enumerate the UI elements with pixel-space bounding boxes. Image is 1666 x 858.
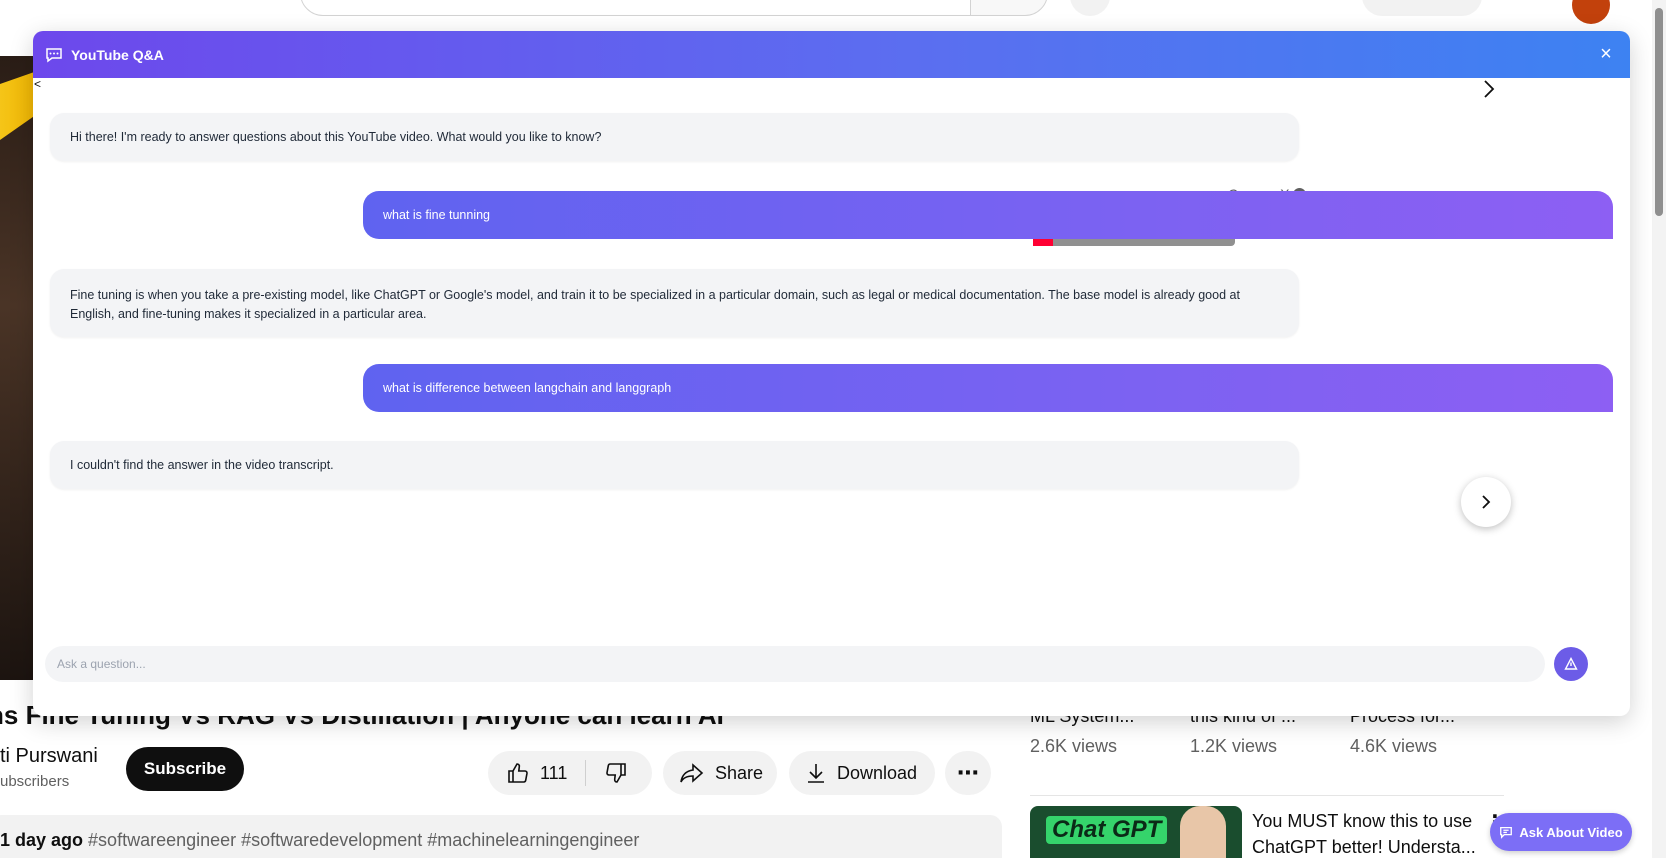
qa-title: YouTube Q&A (71, 46, 164, 63)
share-icon (680, 763, 704, 783)
more-actions-button[interactable]: ⋯ (945, 751, 991, 795)
share-label: Share (715, 762, 764, 783)
download-label: Download (837, 762, 918, 783)
rec-separator (1030, 795, 1504, 796)
subscribe-button[interactable]: Subscribe (126, 747, 244, 791)
bot-message: Fine tuning is when you take a pre-exist… (50, 269, 1299, 337)
chat-icon (46, 47, 62, 62)
rec-views: 2.6K views (1030, 736, 1118, 756)
voice-search-button[interactable] (1070, 0, 1110, 16)
page-scrollbar-thumb[interactable] (1655, 8, 1663, 216)
channel-name[interactable]: ti Purswani (0, 745, 98, 768)
rec-thumbnail-label: Chat GPT (1046, 816, 1168, 844)
user-message: what is fine tunning (363, 191, 1613, 239)
create-button[interactable] (1362, 0, 1482, 16)
youtube-search-box[interactable] (300, 0, 980, 16)
qa-header: YouTube Q&A × (33, 31, 1630, 78)
page-scrollbar[interactable] (1652, 0, 1666, 858)
send-icon (1564, 657, 1578, 670)
question-input-wrapper (45, 646, 1545, 682)
send-button[interactable] (1554, 647, 1588, 681)
channel-subscriber-count: ubscribers (0, 773, 70, 790)
chat-bubble-icon (1500, 826, 1513, 839)
rec-views: 1.2K views (1190, 736, 1278, 756)
upload-date: 1 day ago (0, 830, 84, 850)
like-count: 111 (540, 762, 568, 783)
ask-about-video-label: Ask About Video (1519, 824, 1623, 840)
rec-thumbnail[interactable]: Chat GPT (1030, 806, 1242, 858)
rec-thumbnail-face (1180, 806, 1226, 858)
bot-message: I couldn't find the answer in the video … (50, 441, 1299, 489)
thumbs-up-icon (508, 763, 528, 783)
ask-about-video-button[interactable]: Ask About Video (1490, 813, 1632, 851)
user-message: what is difference between langchain and… (363, 364, 1613, 412)
hashtags[interactable]: #softwareengineer #softwaredevelopment #… (88, 830, 639, 850)
youtube-topbar (0, 0, 1666, 24)
chevron-right-icon (1482, 495, 1491, 509)
qa-panel: YouTube Q&A × < CampusX Hi there! I'm re… (33, 31, 1630, 716)
download-button[interactable]: Download (789, 751, 935, 795)
like-button[interactable]: 111 (488, 751, 585, 795)
download-icon (808, 764, 824, 783)
background-progress-bar (1033, 239, 1235, 246)
share-button[interactable]: Share (663, 751, 777, 795)
like-dislike-group: 111 (488, 751, 652, 795)
close-icon[interactable]: × (1596, 44, 1616, 64)
carousel-prev-icon[interactable]: < (34, 77, 41, 91)
bot-message: Hi there! I'm ready to answer questions … (50, 113, 1299, 161)
thumbs-down-icon (606, 763, 627, 783)
carousel-next-icon[interactable] (1478, 75, 1500, 103)
description-line: 1 day ago #softwareengineer #softwaredev… (0, 830, 639, 851)
dislike-button[interactable] (586, 751, 646, 795)
account-avatar[interactable] (1572, 0, 1610, 24)
rec-video-title[interactable]: You MUST know this to use ChatGPT better… (1252, 808, 1482, 858)
question-input[interactable] (45, 646, 1545, 682)
youtube-search-button[interactable] (970, 0, 1048, 16)
scroll-next-button[interactable] (1461, 477, 1511, 527)
rec-views: 4.6K views (1350, 736, 1438, 756)
